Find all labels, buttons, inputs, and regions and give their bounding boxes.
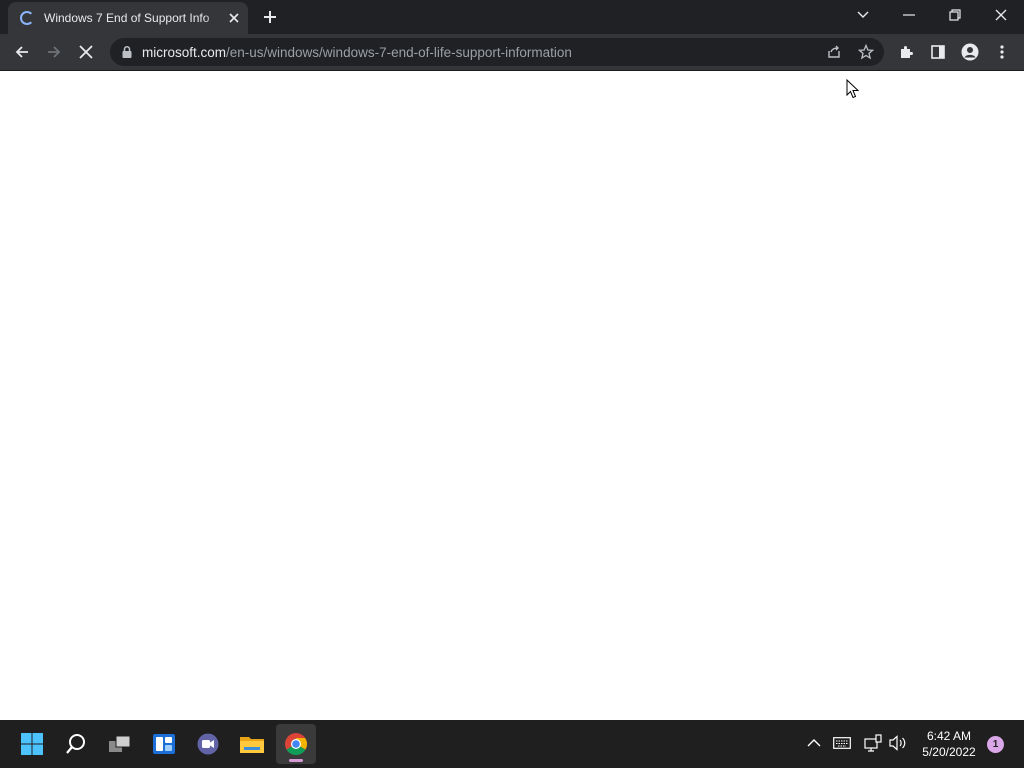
chevron-up-icon[interactable]: [803, 732, 825, 754]
clock-time: 6:42 AM: [926, 729, 972, 743]
file-explorer-icon: [240, 737, 264, 753]
chrome-icon: [285, 733, 307, 755]
close-window-button[interactable]: [978, 0, 1024, 30]
clock-date: 5/20/2022: [922, 745, 976, 759]
keyboard-icon[interactable]: [831, 732, 853, 754]
profile-icon: [961, 43, 979, 61]
lock-icon[interactable]: [120, 45, 134, 59]
stop-button[interactable]: [72, 38, 100, 66]
volume-icon[interactable]: [887, 732, 909, 754]
url-text[interactable]: microsoft.com/en-us/windows/windows-7-en…: [142, 45, 572, 60]
file-explorer-button[interactable]: [232, 724, 272, 764]
start-button[interactable]: [12, 724, 52, 764]
menu-dots-icon: [1000, 45, 1004, 59]
stop-loading-icon: [79, 45, 93, 59]
close-icon: [995, 9, 1007, 21]
tab-search-icon: [857, 11, 869, 18]
minimize-icon: [903, 14, 915, 16]
tab-strip: Windows 7 End of Support Info: [0, 0, 1024, 34]
widgets-icon: [153, 734, 175, 754]
close-icon[interactable]: [224, 8, 244, 28]
taskbar-search-button[interactable]: [56, 724, 96, 764]
windows-start-icon: [21, 733, 43, 755]
search-icon: [66, 734, 85, 754]
tab-search-button[interactable]: [840, 0, 886, 30]
network-icon[interactable]: [862, 732, 884, 754]
browser-tab[interactable]: Windows 7 End of Support Info: [8, 2, 248, 34]
taskbar: 6:42 AM 5/20/2022: [0, 720, 1024, 768]
new-tab-button[interactable]: [258, 5, 282, 29]
mouse-cursor-icon: [846, 79, 860, 99]
url-path: /en-us/windows/windows-7-end-of-life-sup…: [226, 45, 572, 60]
notification-badge[interactable]: 1: [987, 736, 1004, 753]
tab-title: Windows 7 End of Support Info: [44, 11, 222, 27]
active-app-indicator: [289, 759, 303, 762]
address-bar[interactable]: microsoft.com/en-us/windows/windows-7-en…: [110, 38, 884, 66]
star-icon[interactable]: [856, 42, 876, 62]
arrow-right-icon: [48, 46, 61, 58]
restore-button[interactable]: [932, 0, 978, 30]
browser-menu-button[interactable]: [988, 38, 1016, 66]
arrow-left-icon: [15, 46, 28, 58]
profile-button[interactable]: [956, 38, 984, 66]
teams-chat-button[interactable]: [188, 724, 228, 764]
side-panel-icon: [931, 45, 945, 59]
system-clock[interactable]: 6:42 AM 5/20/2022: [914, 728, 984, 760]
extensions-button[interactable]: [892, 38, 920, 66]
back-button[interactable]: [8, 38, 36, 66]
plus-icon: [264, 11, 276, 23]
loading-spinner-icon: [20, 11, 34, 25]
url-host: microsoft.com: [142, 45, 227, 60]
minimize-button[interactable]: [886, 0, 932, 30]
forward-button[interactable]: [40, 38, 68, 66]
chrome-taskbar-button[interactable]: [276, 724, 316, 764]
restore-icon: [949, 9, 961, 21]
widgets-button[interactable]: [144, 724, 184, 764]
page-content[interactable]: [0, 71, 1024, 720]
task-view-icon: [109, 735, 131, 752]
share-icon[interactable]: [824, 42, 844, 62]
extensions-icon: [901, 46, 913, 58]
browser-toolbar: microsoft.com/en-us/windows/windows-7-en…: [0, 34, 1024, 71]
side-panel-button[interactable]: [924, 38, 952, 66]
task-view-button[interactable]: [100, 724, 140, 764]
teams-chat-icon: [197, 733, 219, 755]
